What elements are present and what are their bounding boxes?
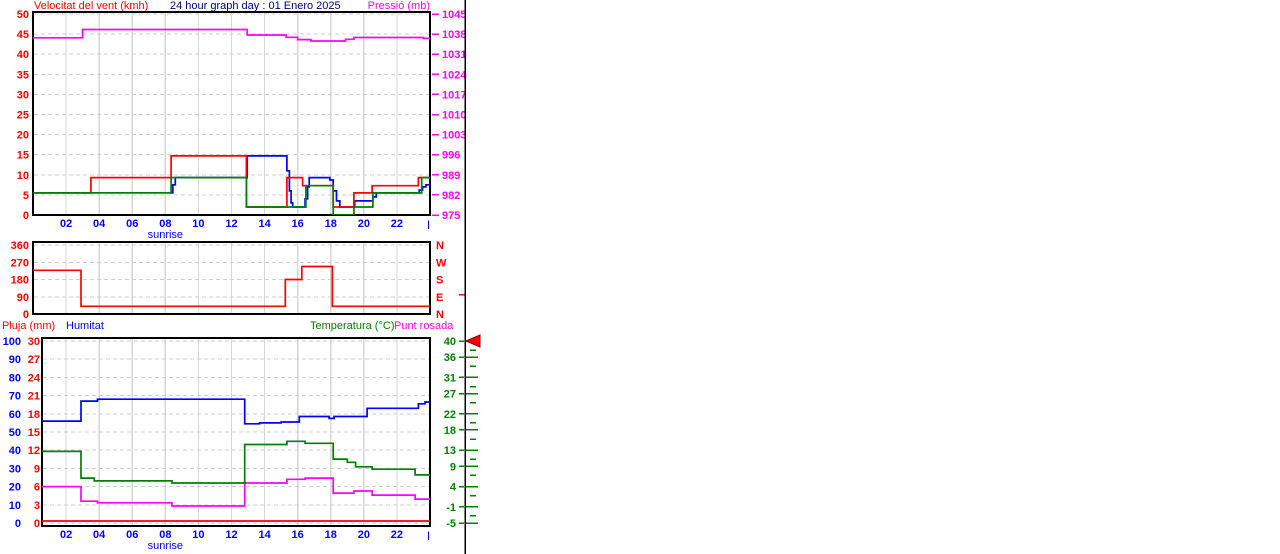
wind-axis-tick: 45 — [17, 29, 29, 41]
x-tick-label: 14 — [258, 218, 271, 230]
pressure-axis-tick: 1024 — [442, 69, 467, 81]
rain-axis-tick: 30 — [28, 336, 40, 348]
temperature-axis-tick: 9 — [450, 461, 456, 473]
rain-axis-tick: 24 — [28, 372, 41, 384]
temperature-axis-tick: 40 — [444, 336, 456, 348]
compass-letter: N — [436, 240, 444, 252]
x-tick-label: 02 — [60, 218, 72, 230]
pressure-axis-tick: 1038 — [442, 29, 466, 41]
weather-24h-graph-page: Velocitat del vent (kmh) 24 hour graph d… — [0, 0, 1280, 554]
humidity-axis-tick: 50 — [9, 427, 21, 439]
pressure-axis-tick: 975 — [442, 210, 460, 222]
rain-axis-tick: 3 — [34, 500, 40, 512]
temperature-axis-tick: 27 — [444, 389, 456, 401]
x-tick-label: 22 — [391, 529, 403, 541]
rain-axis-tick: 15 — [28, 427, 40, 439]
compass-letter: W — [436, 257, 447, 269]
x-tick-label: 18 — [325, 529, 337, 541]
temperature-axis-tick: -1 — [446, 502, 456, 514]
rain-axis-tick: 9 — [34, 463, 40, 475]
wind-axis-tick: 0 — [23, 210, 29, 222]
temperature-axis-tick: 31 — [444, 372, 456, 384]
pressure-axis-tick: 982 — [442, 190, 460, 202]
x-tick-label: 12 — [225, 529, 237, 541]
pressure-axis-tick: 1003 — [442, 130, 466, 142]
x-tick-label: 12 — [225, 218, 237, 230]
rain-axis-tick: 21 — [28, 391, 40, 403]
humidity-axis-tick: 100 — [3, 336, 21, 348]
rain-axis-tick: 6 — [34, 482, 40, 494]
wind-axis-tick: 50 — [17, 9, 29, 21]
humidity-axis-tick: 70 — [9, 391, 21, 403]
humidity-axis-tick: 60 — [9, 409, 21, 421]
pressure-axis-tick: 989 — [442, 170, 460, 182]
pressure-axis-tick: 1031 — [442, 49, 466, 61]
series-wind-alt — [170, 155, 430, 208]
temperature-axis-tick: 4 — [450, 482, 457, 494]
direction-axis-tick: 360 — [11, 240, 29, 252]
humidity-axis-tick: 30 — [9, 463, 21, 475]
compass-letter: N — [436, 309, 444, 321]
rain-axis-tick: 18 — [28, 409, 40, 421]
humidity-axis-tick: 90 — [9, 354, 21, 366]
direction-axis-tick: 90 — [17, 292, 29, 304]
x-tick-label: 04 — [93, 529, 106, 541]
wind-axis-tick: 5 — [23, 190, 29, 202]
humidity-axis-tick: 80 — [9, 372, 21, 384]
temperature-axis-tick: 18 — [444, 425, 456, 437]
pressure-axis-tick: 1017 — [442, 89, 466, 101]
rain-axis-tick: 0 — [34, 518, 40, 530]
humidity-axis-tick: 10 — [9, 500, 21, 512]
x-tick-label-end: | — [427, 219, 430, 229]
humidity-axis-tick: 20 — [9, 482, 21, 494]
x-tick-label: 14 — [258, 529, 271, 541]
pressure-axis-tick: 1010 — [442, 110, 466, 122]
x-tick-label: 22 — [391, 218, 403, 230]
sunrise-label: sunrise — [148, 540, 183, 552]
direction-axis-tick: 180 — [11, 275, 29, 287]
x-tick-label: 02 — [60, 529, 72, 541]
wind-axis-tick: 25 — [17, 110, 29, 122]
x-tick-label: 20 — [358, 529, 370, 541]
sunrise-label: sunrise — [148, 229, 183, 241]
temperature-axis-tick: 13 — [444, 445, 456, 457]
wind-axis-tick: 15 — [17, 150, 29, 162]
x-tick-label: 06 — [126, 529, 138, 541]
temperature-axis-tick: 22 — [444, 409, 456, 421]
temperature-axis-tick: 36 — [444, 352, 456, 364]
pressure-axis-tick: 996 — [442, 150, 460, 162]
pressure-axis-tick: 1045 — [442, 9, 466, 21]
x-tick-label: 04 — [93, 218, 106, 230]
wind-axis-tick: 35 — [17, 69, 29, 81]
x-tick-label: 18 — [325, 218, 337, 230]
compass-letter: E — [436, 292, 443, 304]
humidity-axis-tick: 0 — [15, 518, 21, 530]
current-temp-arrow-icon — [464, 334, 481, 348]
x-tick-label: 16 — [292, 529, 304, 541]
x-tick-label: 20 — [358, 218, 370, 230]
x-tick-label: 10 — [192, 218, 204, 230]
temperature-axis-tick: -5 — [446, 518, 456, 530]
graph-canvas: 5045403530252015105010451038103110241017… — [3, 0, 481, 554]
rain-axis-tick: 27 — [28, 354, 40, 366]
wind-axis-tick: 10 — [17, 170, 29, 182]
compass-letter: S — [436, 275, 443, 287]
x-tick-label-end: | — [427, 530, 430, 540]
direction-axis-tick: 270 — [11, 257, 29, 269]
x-tick-label: 10 — [192, 529, 204, 541]
wind-axis-tick: 40 — [17, 49, 29, 61]
humidity-axis-tick: 40 — [9, 445, 21, 457]
wind-axis-tick: 30 — [17, 89, 29, 101]
rain-axis-tick: 12 — [28, 445, 40, 457]
direction-axis-tick: 0 — [23, 309, 29, 321]
wind-axis-tick: 20 — [17, 130, 29, 142]
x-tick-label: 16 — [292, 218, 304, 230]
x-tick-label: 06 — [126, 218, 138, 230]
